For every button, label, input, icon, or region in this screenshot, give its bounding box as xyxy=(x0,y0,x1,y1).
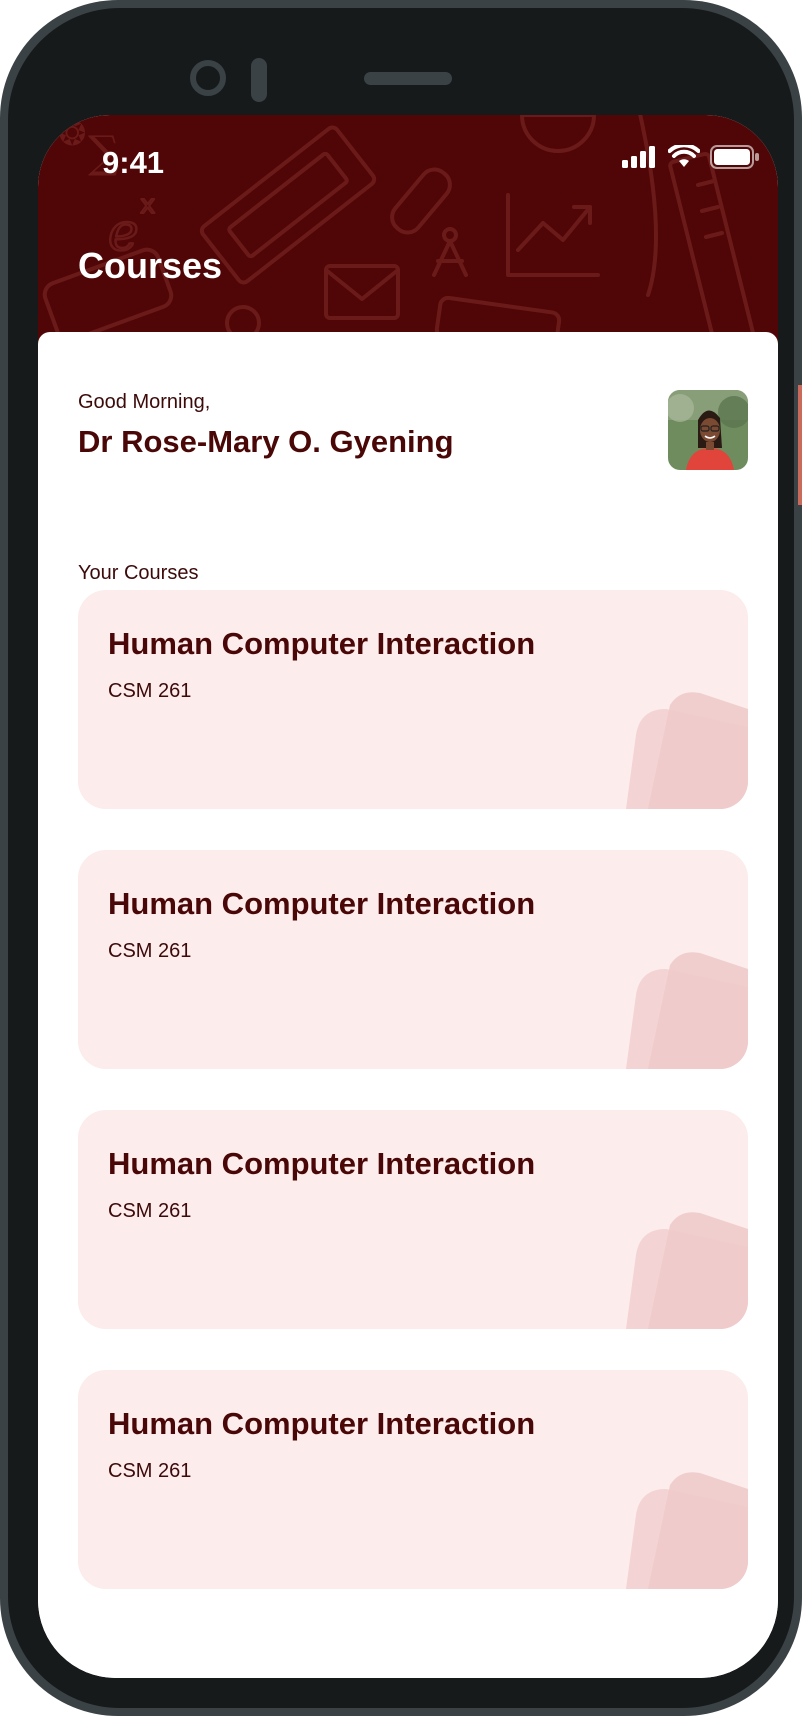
speaker-grille xyxy=(364,72,452,85)
header: ∑ e x ❂ 9:41 Courses xyxy=(38,115,778,345)
course-title: Human Computer Interaction xyxy=(108,1146,536,1181)
course-code: CSM 261 xyxy=(108,1460,192,1482)
status-icons xyxy=(622,145,760,169)
section-label: Your Courses xyxy=(78,562,199,584)
greeting-text: Good Morning, xyxy=(78,391,211,413)
signal-icon xyxy=(622,146,655,168)
course-card[interactable]: Human Computer Interaction CSM 261 xyxy=(78,850,748,1069)
wifi-icon xyxy=(668,145,700,167)
svg-text:❂: ❂ xyxy=(58,115,87,154)
app-screen: ∑ e x ❂ 9:41 Courses Good Morning, Dr Ro… xyxy=(38,115,778,1678)
content-sheet: Good Morning, Dr Rose-Mary O. Gyening Yo… xyxy=(38,332,778,1678)
sensor-icon xyxy=(251,58,267,102)
course-title: Human Computer Interaction xyxy=(108,1406,536,1441)
side-button xyxy=(798,622,802,858)
envelope-icon xyxy=(324,264,400,320)
camera-icon xyxy=(190,60,226,96)
course-code: CSM 261 xyxy=(108,940,192,962)
user-name: Dr Rose-Mary O. Gyening xyxy=(78,424,454,459)
avatar[interactable] xyxy=(668,390,748,470)
ticket-icon xyxy=(199,125,377,285)
side-button xyxy=(798,385,802,505)
profile-photo xyxy=(668,390,748,470)
course-code: CSM 261 xyxy=(108,680,192,702)
svg-text:x: x xyxy=(140,190,155,220)
page-title: Courses xyxy=(78,245,223,286)
course-card[interactable]: Human Computer Interaction CSM 261 xyxy=(78,1370,748,1589)
phone-bezel: ∑ e x ❂ 9:41 Courses Good Morning, Dr Ro… xyxy=(8,8,794,1708)
card-decoration xyxy=(626,692,748,809)
globe-icon xyxy=(520,115,596,153)
battery-icon xyxy=(710,145,759,169)
status-time: 9:41 xyxy=(102,145,165,180)
card-decoration xyxy=(626,952,748,1069)
course-card[interactable]: Human Computer Interaction CSM 261 xyxy=(78,590,748,809)
card-decoration xyxy=(626,1472,748,1589)
card-decoration xyxy=(626,1212,748,1329)
course-title: Human Computer Interaction xyxy=(108,886,536,921)
course-card[interactable]: Human Computer Interaction CSM 261 xyxy=(78,1110,748,1329)
course-title: Human Computer Interaction xyxy=(108,626,536,661)
phone-frame: ∑ e x ❂ 9:41 Courses Good Morning, Dr Ro… xyxy=(0,0,802,1716)
course-code: CSM 261 xyxy=(108,1200,192,1222)
test-tube-icon xyxy=(390,167,452,235)
